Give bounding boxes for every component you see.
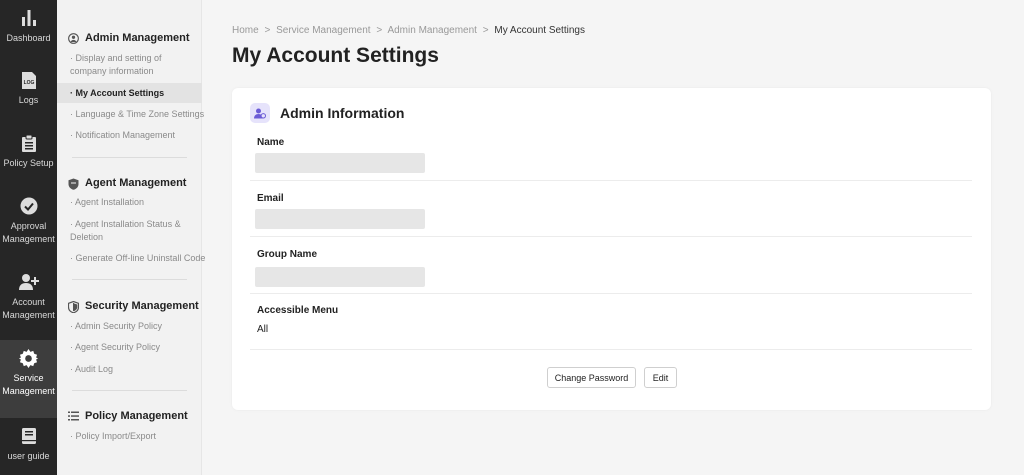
nav-account-label: Account Management	[2, 297, 55, 320]
menu-item-admin-security-policy[interactable]: · Admin Security Policy	[57, 320, 202, 333]
menu-group-agent: Agent Management	[57, 175, 202, 191]
service-submenu: Admin Management · Display and setting o…	[57, 0, 205, 475]
menu-group-security: Security Management	[57, 298, 202, 314]
menu-item-agent-security-policy[interactable]: · Agent Security Policy	[57, 341, 202, 354]
menu-group-admin-title[interactable]: Admin Management	[57, 30, 202, 46]
menu-group-agent-label: Agent Management	[85, 177, 187, 189]
breadcrumb-separator: >	[482, 25, 489, 36]
breadcrumb-current: My Account Settings	[494, 25, 585, 36]
svg-text:LOG: LOG	[23, 80, 34, 86]
menu-divider	[72, 390, 187, 391]
menu-group-admin: Admin Management	[57, 30, 202, 46]
clipboard-icon	[19, 133, 39, 153]
menu-group-policy-label: Policy Management	[85, 410, 188, 422]
breadcrumb-separator: >	[264, 25, 271, 36]
card-title: Admin Information	[280, 105, 405, 121]
nav-approval-label: Approval Management	[2, 221, 55, 244]
menu-group-policy-title[interactable]: Policy Management	[57, 408, 202, 424]
nav-user-guide-label: user guide	[7, 451, 50, 461]
list-icon	[68, 411, 79, 422]
nav-service-label: Service Management	[2, 373, 55, 396]
menu-divider	[72, 279, 187, 280]
menu-item-my-account-settings[interactable]: · My Account Settings	[57, 83, 202, 103]
row-divider	[250, 349, 972, 350]
nav-policy-setup[interactable]: Policy Setup	[0, 133, 57, 185]
check-circle-icon	[19, 196, 39, 216]
nav-policy-setup-label: Policy Setup	[3, 158, 54, 168]
user-circle-icon	[68, 32, 79, 44]
nav-dashboard[interactable]: Dashboard	[0, 8, 57, 60]
nav-logs[interactable]: LOG Logs	[0, 70, 57, 122]
menu-item-agent-install-status[interactable]: · Agent Installation Status & Deletion	[57, 218, 202, 246]
book-icon	[19, 426, 39, 446]
accessible-menu-value: All	[257, 324, 269, 335]
nav-logs-label: Logs	[18, 95, 39, 105]
log-file-icon: LOG	[19, 70, 39, 90]
email-field	[255, 209, 425, 229]
menu-group-security-title[interactable]: Security Management	[57, 298, 202, 314]
admin-information-card: Admin Information Name Email Group Name …	[232, 88, 991, 410]
name-field	[255, 153, 425, 173]
group-name-field	[255, 267, 425, 287]
accessible-menu-label: Accessible Menu	[257, 305, 339, 316]
nav-account-management[interactable]: Account Management	[0, 272, 57, 332]
menu-item-policy-import-export[interactable]: · Policy Import/Export	[57, 430, 202, 443]
shield-check-icon	[68, 300, 79, 313]
add-user-icon	[18, 272, 39, 292]
breadcrumb-admin-management[interactable]: Admin Management	[387, 25, 477, 36]
nav-service-management[interactable]: Service Management	[0, 340, 57, 418]
menu-item-audit-log[interactable]: · Audit Log	[57, 363, 202, 376]
menu-group-admin-label: Admin Management	[85, 32, 190, 44]
card-header: Admin Information	[250, 103, 404, 123]
menu-divider	[72, 157, 187, 158]
left-nav-rail: Dashboard LOG Logs Policy Setup Approval…	[0, 0, 57, 475]
bar-chart-icon	[19, 8, 39, 28]
row-divider	[250, 180, 972, 181]
menu-item-notification[interactable]: · Notification Management	[57, 129, 202, 142]
page-title: My Account Settings	[232, 44, 439, 67]
admin-user-icon	[250, 103, 270, 123]
menu-item-agent-installation[interactable]: · Agent Installation	[57, 196, 202, 209]
menu-item-offline-uninstall[interactable]: · Generate Off-line Uninstall Code	[57, 252, 205, 265]
row-divider	[250, 293, 972, 294]
menu-group-agent-title[interactable]: Agent Management	[57, 175, 202, 191]
menu-item-language-timezone[interactable]: · Language & Time Zone Settings	[57, 108, 204, 121]
nav-dashboard-label: Dashboard	[6, 33, 51, 43]
nav-user-guide[interactable]: user guide	[0, 426, 57, 470]
menu-group-policy: Policy Management	[57, 408, 202, 424]
name-label: Name	[257, 137, 285, 148]
gear-icon	[19, 348, 39, 368]
change-password-button[interactable]: Change Password	[547, 367, 636, 388]
edit-button[interactable]: Edit	[644, 367, 677, 388]
group-name-label: Group Name	[257, 249, 318, 260]
breadcrumb-service-management[interactable]: Service Management	[276, 25, 371, 36]
row-divider	[250, 236, 972, 237]
menu-group-security-label: Security Management	[85, 300, 199, 312]
shield-icon	[68, 178, 79, 190]
breadcrumb-separator: >	[376, 25, 383, 36]
menu-item-company-info[interactable]: · Display and setting of company informa…	[57, 52, 202, 80]
breadcrumb-home[interactable]: Home	[232, 25, 259, 36]
nav-approval-management[interactable]: Approval Management	[0, 196, 57, 256]
email-label: Email	[257, 193, 284, 204]
breadcrumb: Home > Service Management > Admin Manage…	[232, 25, 585, 36]
